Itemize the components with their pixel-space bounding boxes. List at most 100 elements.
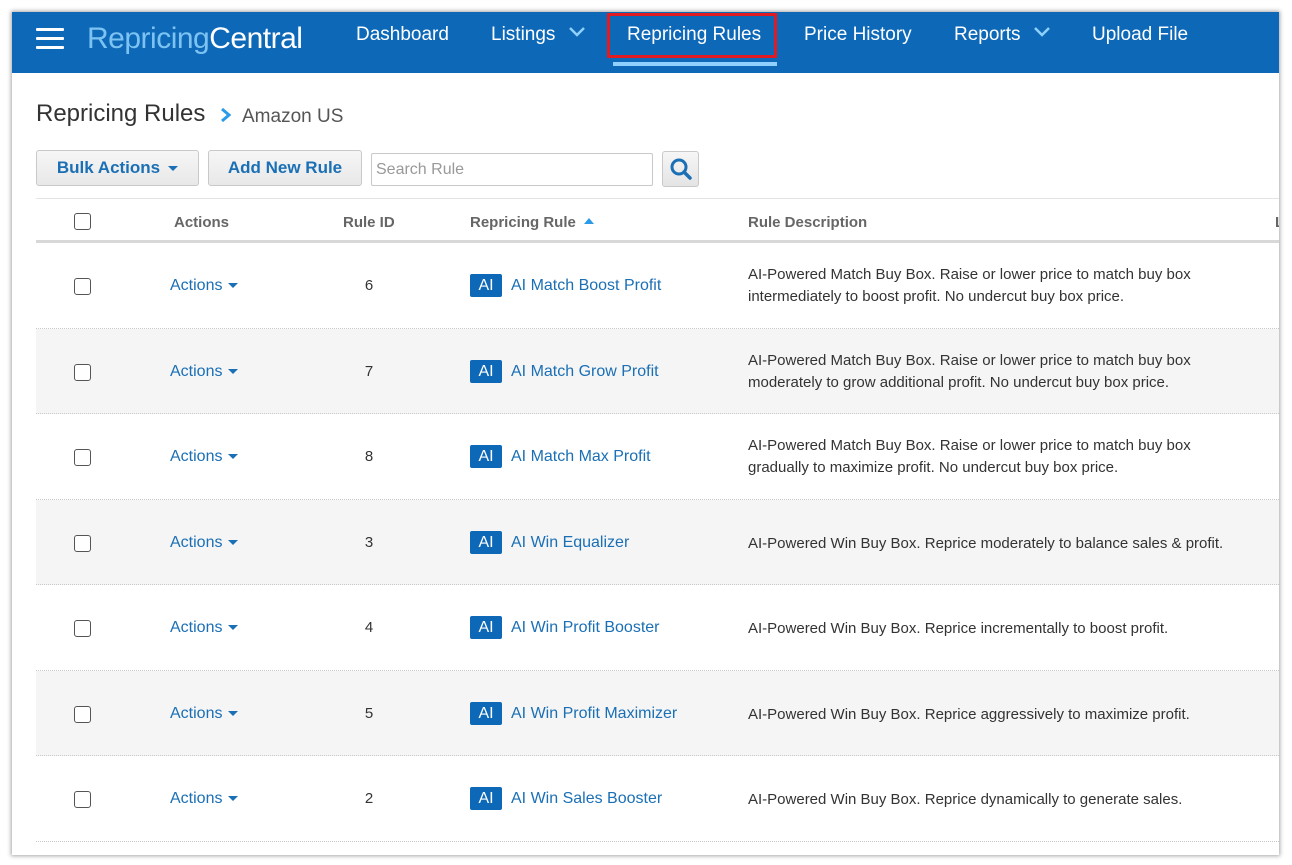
rule-name-link[interactable]: AI Win Sales Booster <box>511 790 662 808</box>
rule-id: 6 <box>364 277 374 294</box>
row-actions-label: Actions <box>170 362 223 380</box>
rule-description-line: gradually to maximize profit. No undercu… <box>748 459 1119 476</box>
ai-badge: AI <box>470 616 502 639</box>
rule-description: AI-Powered Match Buy Box. Raise or lower… <box>748 350 1248 394</box>
rule-description: AI-Powered Match Buy Box. Raise or lower… <box>748 435 1248 479</box>
row-actions-dropdown[interactable]: Actions <box>170 619 239 637</box>
logo[interactable]: RepricingCentral <box>87 19 303 59</box>
search-button[interactable] <box>662 151 699 187</box>
table-row: Actions 3 AI AI Win Equalizer AI-Powered Win… <box>36 499 1279 585</box>
header-repricing-rule-label: Repricing Rule <box>470 214 576 231</box>
nav-dashboard-label: Dashboard <box>356 24 449 45</box>
row-actions-dropdown[interactable]: Actions <box>170 362 239 381</box>
table-header: Actions Rule ID Repricing Rule Rule Desc… <box>36 198 1279 243</box>
row-actions-dropdown[interactable]: Actions <box>170 534 239 552</box>
row-checkbox[interactable] <box>74 534 91 552</box>
rule-name-link[interactable]: AI Match Max Profit <box>511 448 651 466</box>
caret-down-icon <box>228 796 239 802</box>
bulk-actions-label: Bulk Actions <box>56 158 161 177</box>
rule-description-line: AI-Powered Match Buy Box. Raise or lower… <box>748 351 1191 369</box>
header-actions: Actions <box>174 214 230 231</box>
rule-name-link[interactable]: AI Win Profit Maximizer <box>511 705 677 723</box>
rule-id: 5 <box>364 704 374 722</box>
rule-description: AI-Powered Match Buy Box. Raise or lower… <box>748 264 1248 308</box>
nav-listings-label: Listings <box>491 24 556 45</box>
rule-description-line: AI-Powered Win Buy Box. Reprice dynamica… <box>748 791 1183 808</box>
search-rule-input[interactable] <box>371 153 653 186</box>
caret-down-icon <box>228 625 239 631</box>
rules-table: Actions Rule ID Repricing Rule Rule Desc… <box>36 198 1279 842</box>
row-checkbox[interactable] <box>74 363 91 381</box>
row-actions-dropdown[interactable]: Actions <box>170 705 239 723</box>
chevron-down-icon <box>568 27 585 37</box>
add-new-rule-button[interactable]: Add New Rule <box>208 150 362 186</box>
rule-description: AI-Powered Win Buy Box. Reprice dynamica… <box>748 789 1248 811</box>
table-row: Actions 8 AI AI Match Max Profit AI-Powered … <box>36 414 1279 500</box>
logo-part1: Repricing <box>87 22 210 55</box>
row-checkbox[interactable] <box>74 620 91 637</box>
row-checkbox[interactable] <box>74 791 91 808</box>
rule-id: 7 <box>364 362 374 380</box>
rule-description: AI-Powered Win Buy Box. Reprice moderate… <box>748 533 1248 555</box>
header-repricing-rule[interactable]: Repricing Rule <box>470 214 595 231</box>
hamburger-icon[interactable] <box>36 28 64 50</box>
nav-repricing-rules-label: Repricing Rules <box>627 24 762 45</box>
header-rule-id[interactable]: Rule ID <box>343 214 395 231</box>
caret-down-icon <box>228 283 239 289</box>
rule-description-line: AI-Powered Win Buy Box. Reprice incremen… <box>748 620 1169 637</box>
nav-upload-file-label: Upload File <box>1092 24 1189 45</box>
row-checkbox[interactable] <box>74 705 91 723</box>
rule-description: AI-Powered Win Buy Box. Reprice incremen… <box>748 618 1248 640</box>
table-row: Actions 6 AI AI Match Boost Profit AI-Powere… <box>36 243 1279 329</box>
rule-description-line: AI-Powered Match Buy Box. Raise or lower… <box>748 437 1191 454</box>
nav-price-history-label: Price History <box>804 24 912 45</box>
row-actions-dropdown[interactable]: Actions <box>170 790 239 808</box>
caret-down-icon <box>228 454 239 460</box>
ai-badge: AI <box>470 701 502 725</box>
rule-description: AI-Powered Win Buy Box. Reprice aggressi… <box>748 704 1248 726</box>
breadcrumb-marketplace[interactable]: Amazon US <box>242 106 343 128</box>
ai-badge: AI <box>470 445 502 468</box>
app-window: RepricingCentral Dashboard Listings Repr… <box>12 12 1279 855</box>
nav-repricing-rules[interactable]: Repricing Rules <box>627 12 761 73</box>
nav-reports[interactable]: Reports <box>954 12 1050 73</box>
row-actions-dropdown[interactable]: Actions <box>170 277 239 295</box>
add-new-rule-label: Add New Rule <box>227 158 343 177</box>
row-checkbox[interactable] <box>74 449 91 466</box>
row-actions-label: Actions <box>170 448 223 465</box>
ai-badge: AI <box>470 787 502 810</box>
rule-id: 3 <box>364 533 374 551</box>
row-actions-label: Actions <box>170 790 223 807</box>
bulk-actions-button[interactable]: Bulk Actions <box>36 150 199 186</box>
nav-listings[interactable]: Listings <box>491 12 585 73</box>
rule-id: 8 <box>364 448 374 465</box>
ai-badge: AI <box>470 274 502 297</box>
sort-up-icon <box>584 218 595 225</box>
search-icon <box>670 158 692 180</box>
row-actions-label: Actions <box>170 277 223 294</box>
rule-description-line: AI-Powered Match Buy Box. Raise or lower… <box>748 266 1191 283</box>
nav-price-history[interactable]: Price History <box>804 12 912 73</box>
rule-name-link[interactable]: AI Match Boost Profit <box>511 277 661 295</box>
table-row: Actions 5 AI AI Win Profit Maximizer AI-Powe… <box>36 670 1279 756</box>
table-row: Actions 7 AI AI Match Grow Profit AI-Powered… <box>36 328 1279 414</box>
rule-name-link[interactable]: AI Match Grow Profit <box>511 363 659 381</box>
table-row: Actions 4 AI AI Win Profit Booster AI-Powere… <box>36 585 1279 671</box>
row-actions-dropdown[interactable]: Actions <box>170 448 239 466</box>
nav-upload-file[interactable]: Upload File <box>1092 12 1188 73</box>
top-navbar: RepricingCentral Dashboard Listings Repr… <box>12 12 1279 73</box>
header-rule-description: Rule Description <box>748 214 868 231</box>
header-truncated: L <box>1275 214 1279 231</box>
rule-name-link[interactable]: AI Win Profit Booster <box>511 619 660 637</box>
rule-description-line: intermediately to boost profit. No under… <box>748 288 1125 305</box>
rule-id: 4 <box>364 619 374 636</box>
rule-description-line: AI-Powered Win Buy Box. Reprice aggressi… <box>748 705 1190 723</box>
select-all-checkbox[interactable] <box>74 213 91 230</box>
ai-badge: AI <box>470 359 502 383</box>
caret-down-icon <box>228 539 239 545</box>
rule-name-link[interactable]: AI Win Equalizer <box>511 534 629 552</box>
ai-badge: AI <box>470 530 502 554</box>
row-checkbox[interactable] <box>74 278 91 295</box>
nav-dashboard[interactable]: Dashboard <box>356 12 449 73</box>
caret-down-icon <box>228 368 239 374</box>
